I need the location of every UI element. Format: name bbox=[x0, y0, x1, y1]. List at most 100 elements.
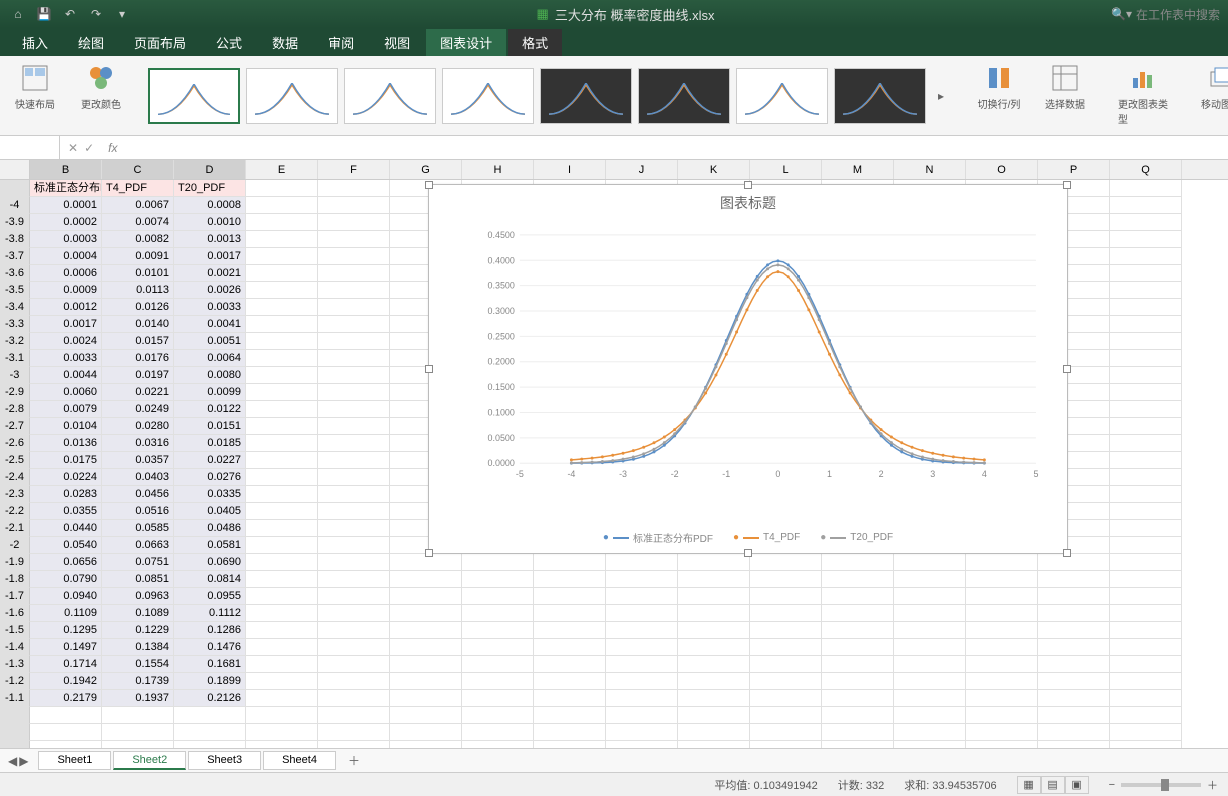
cell[interactable] bbox=[534, 588, 606, 605]
row-header[interactable]: -2 bbox=[0, 537, 30, 554]
cell[interactable]: 0.0516 bbox=[102, 503, 174, 520]
cell[interactable]: 0.0224 bbox=[30, 469, 102, 486]
cell[interactable] bbox=[750, 690, 822, 707]
cancel-icon[interactable]: ✕ bbox=[68, 141, 78, 155]
cell[interactable]: 0.0663 bbox=[102, 537, 174, 554]
cell[interactable]: 0.0136 bbox=[30, 435, 102, 452]
legend-item[interactable]: ●T4_PDF bbox=[733, 530, 800, 545]
cell[interactable] bbox=[246, 537, 318, 554]
cell[interactable] bbox=[318, 180, 390, 197]
cell[interactable] bbox=[318, 197, 390, 214]
view-break-button[interactable]: ▣ bbox=[1065, 776, 1089, 794]
name-box[interactable] bbox=[0, 136, 60, 159]
cell[interactable]: 0.0067 bbox=[102, 197, 174, 214]
cell[interactable]: 0.0540 bbox=[30, 537, 102, 554]
cell[interactable] bbox=[534, 724, 606, 741]
cell[interactable] bbox=[390, 656, 462, 673]
cell[interactable] bbox=[534, 605, 606, 622]
ribbon-tab-7[interactable]: 图表设计 bbox=[426, 29, 506, 56]
row-header[interactable]: -1.2 bbox=[0, 673, 30, 690]
cell[interactable] bbox=[1110, 214, 1182, 231]
cell[interactable]: 0.0355 bbox=[30, 503, 102, 520]
cell[interactable] bbox=[1110, 333, 1182, 350]
cell[interactable] bbox=[750, 554, 822, 571]
cell[interactable]: 0.0017 bbox=[30, 316, 102, 333]
spreadsheet-grid[interactable]: BCDEFGHIJKLMNOPQ 标准正态分布PDFT4_PDFT20_PDF-… bbox=[0, 160, 1228, 748]
cell[interactable] bbox=[462, 622, 534, 639]
cell[interactable] bbox=[318, 588, 390, 605]
cell[interactable]: 0.0051 bbox=[174, 333, 246, 350]
cell[interactable] bbox=[318, 418, 390, 435]
cell[interactable] bbox=[1110, 435, 1182, 452]
cell[interactable] bbox=[1110, 401, 1182, 418]
cell[interactable]: 0.0099 bbox=[174, 384, 246, 401]
cell[interactable] bbox=[966, 622, 1038, 639]
cell[interactable] bbox=[822, 571, 894, 588]
cell[interactable]: 0.0122 bbox=[174, 401, 246, 418]
resize-handle[interactable] bbox=[744, 549, 752, 557]
row-header[interactable]: -1.6 bbox=[0, 605, 30, 622]
cell[interactable]: 0.0080 bbox=[174, 367, 246, 384]
sheet-tab-sheet2[interactable]: Sheet2 bbox=[113, 751, 186, 770]
cell[interactable] bbox=[1110, 418, 1182, 435]
sheet-nav-prev-icon[interactable]: ◀ bbox=[8, 754, 17, 768]
cell[interactable] bbox=[1110, 231, 1182, 248]
cell[interactable] bbox=[318, 367, 390, 384]
cell[interactable] bbox=[678, 741, 750, 748]
cell[interactable]: 0.1295 bbox=[30, 622, 102, 639]
cell[interactable] bbox=[894, 690, 966, 707]
cell[interactable] bbox=[318, 350, 390, 367]
cell[interactable] bbox=[318, 333, 390, 350]
cell[interactable] bbox=[534, 554, 606, 571]
cell[interactable]: 0.1681 bbox=[174, 656, 246, 673]
cell[interactable] bbox=[534, 741, 606, 748]
cell[interactable]: 0.1739 bbox=[102, 673, 174, 690]
chart-style-7[interactable] bbox=[834, 68, 926, 124]
zoom-in-icon[interactable]: ＋ bbox=[1207, 777, 1218, 793]
cell[interactable] bbox=[318, 299, 390, 316]
cell[interactable]: 0.1899 bbox=[174, 673, 246, 690]
column-header[interactable]: O bbox=[966, 160, 1038, 179]
cell[interactable]: 0.0249 bbox=[102, 401, 174, 418]
cell[interactable]: 0.1089 bbox=[102, 605, 174, 622]
cell[interactable]: 0.0357 bbox=[102, 452, 174, 469]
cell[interactable] bbox=[1038, 622, 1110, 639]
row-header[interactable]: -1.4 bbox=[0, 639, 30, 656]
cell[interactable]: 0.0175 bbox=[30, 452, 102, 469]
quick-layout-button[interactable]: 快速布局 bbox=[10, 62, 60, 111]
cell[interactable] bbox=[462, 690, 534, 707]
cell[interactable]: 0.0814 bbox=[174, 571, 246, 588]
cell[interactable] bbox=[966, 673, 1038, 690]
cell[interactable] bbox=[246, 435, 318, 452]
column-header[interactable]: J bbox=[606, 160, 678, 179]
cell[interactable] bbox=[318, 384, 390, 401]
column-header[interactable]: K bbox=[678, 160, 750, 179]
row-header[interactable] bbox=[0, 741, 30, 748]
cell[interactable] bbox=[246, 333, 318, 350]
cell[interactable] bbox=[678, 639, 750, 656]
cell[interactable] bbox=[894, 622, 966, 639]
cell[interactable] bbox=[750, 741, 822, 748]
chart-style-5[interactable] bbox=[638, 68, 730, 124]
cell[interactable] bbox=[1110, 537, 1182, 554]
resize-handle[interactable] bbox=[1063, 181, 1071, 189]
cell[interactable] bbox=[390, 724, 462, 741]
cell[interactable] bbox=[750, 707, 822, 724]
cell[interactable] bbox=[822, 554, 894, 571]
cell[interactable] bbox=[534, 707, 606, 724]
cell[interactable]: 0.0001 bbox=[30, 197, 102, 214]
cell[interactable] bbox=[174, 707, 246, 724]
cell[interactable] bbox=[30, 724, 102, 741]
move-chart-button[interactable]: 移动图表 bbox=[1196, 62, 1228, 111]
cell[interactable] bbox=[462, 639, 534, 656]
cell[interactable] bbox=[246, 299, 318, 316]
cell[interactable] bbox=[30, 741, 102, 748]
cell[interactable] bbox=[318, 605, 390, 622]
view-normal-button[interactable]: ▦ bbox=[1017, 776, 1041, 794]
gallery-more-icon[interactable]: ▸ bbox=[930, 89, 952, 103]
cell[interactable] bbox=[1038, 690, 1110, 707]
cell[interactable] bbox=[318, 469, 390, 486]
chart-style-0[interactable] bbox=[148, 68, 240, 124]
cell[interactable] bbox=[462, 605, 534, 622]
cell[interactable] bbox=[750, 639, 822, 656]
